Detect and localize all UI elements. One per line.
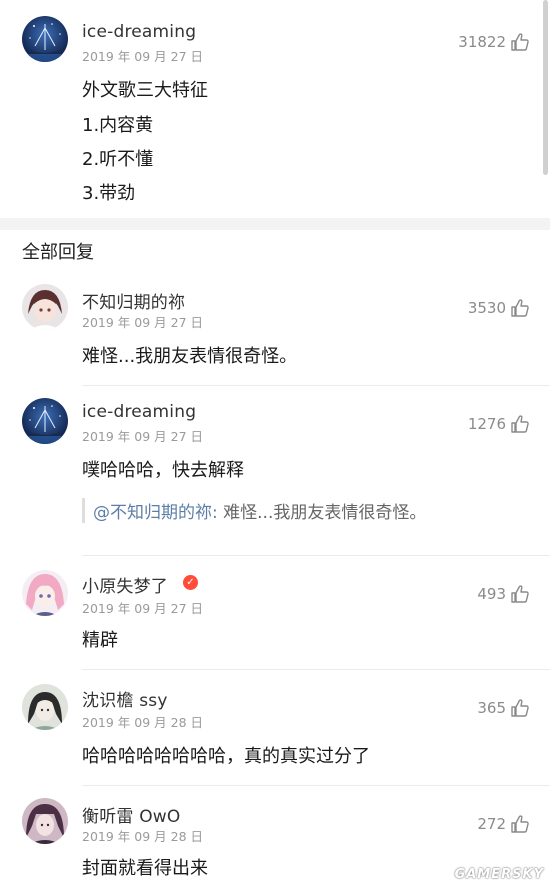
comment-date: 2019 年 09 月 28 日 (82, 829, 203, 844)
like-count: 31822 (458, 33, 506, 51)
top-comment: ice-dreaming 2019 年 09 月 27 日 31822 外文歌三… (0, 0, 550, 218)
username[interactable]: ice-dreaming (82, 402, 196, 422)
comment-line: 2.听不懂 (82, 149, 154, 170)
comment-text: 难怪...我朋友表情很奇怪。 (82, 346, 298, 367)
comment-line: 1.内容黄 (82, 115, 154, 136)
comment-text: 噗哈哈哈，快去解释 (82, 460, 244, 481)
thumbs-up-icon (510, 814, 530, 834)
like-button[interactable]: 272 (477, 814, 530, 834)
comment-text: 精辟 (82, 630, 118, 651)
comment-text: 封面就看得出来 (82, 858, 208, 879)
comment-text: 哈哈哈哈哈哈哈哈，真的真实过分了 (82, 746, 370, 767)
watermark-logo: GAMERSKY (454, 867, 544, 882)
avatar[interactable] (22, 570, 68, 616)
like-count: 1276 (467, 415, 506, 433)
like-button[interactable]: 493 (477, 584, 530, 604)
quoted-username[interactable]: @不知归期的祢: (93, 503, 218, 523)
comment-line: 外文歌三大特征 (82, 80, 208, 101)
username[interactable]: 小原失梦了 (82, 572, 168, 597)
username[interactable]: 不知归期的祢 (82, 288, 185, 313)
like-button[interactable]: 365 (477, 698, 530, 718)
quoted-reply[interactable]: @不知归期的祢: 难怪...我朋友表情很奇怪。 (82, 498, 533, 523)
like-button[interactable]: 31822 (458, 32, 530, 52)
avatar[interactable] (22, 16, 68, 62)
username[interactable]: 衡听雷 OwO (82, 802, 180, 827)
like-count: 365 (477, 699, 506, 717)
like-button[interactable]: 3530 (468, 298, 530, 318)
comment-date: 2019 年 09 月 28 日 (82, 715, 203, 730)
reply-item: 小原失梦了 ✓ 2019 年 09 月 27 日 493 精辟 (0, 562, 550, 668)
divider (82, 669, 550, 670)
comment-date: 2019 年 09 月 27 日 (82, 49, 203, 64)
thumbs-up-icon (510, 698, 530, 718)
like-count: 3530 (467, 299, 506, 317)
reply-item: 不知归期的祢 2019 年 09 月 27 日 3530 难怪...我朋友表情很… (0, 278, 550, 386)
like-count: 272 (477, 815, 506, 833)
scrollbar[interactable] (543, 0, 548, 175)
comment-date: 2019 年 09 月 27 日 (82, 429, 203, 444)
divider (82, 555, 550, 556)
username[interactable]: 沈识檐 ssy (82, 686, 168, 711)
section-separator (0, 218, 550, 230)
reply-item: 沈识檐 ssy 2019 年 09 月 28 日 365 哈哈哈哈哈哈哈哈，真的… (0, 676, 550, 784)
like-button[interactable]: 1276 (468, 414, 530, 434)
avatar[interactable] (22, 798, 68, 844)
thumbs-up-icon (510, 584, 530, 604)
like-count: 493 (477, 585, 506, 603)
verified-badge-icon: ✓ (183, 575, 198, 590)
avatar[interactable] (22, 684, 68, 730)
thumbs-up-icon (510, 414, 530, 434)
avatar[interactable] (22, 398, 68, 444)
username[interactable]: ice-dreaming (82, 22, 196, 42)
quoted-text: 难怪...我朋友表情很奇怪。 (217, 503, 427, 523)
comment-date: 2019 年 09 月 27 日 (82, 601, 203, 616)
thumbs-up-icon (510, 32, 530, 52)
thumbs-up-icon (510, 298, 530, 318)
comment-date: 2019 年 09 月 27 日 (82, 315, 203, 330)
divider (82, 385, 550, 386)
reply-item: ice-dreaming 2019 年 09 月 27 日 1276 噗哈哈哈，… (0, 392, 550, 554)
section-title: 全部回复 (22, 242, 94, 263)
comment-line: 3.带劲 (82, 183, 136, 204)
divider (82, 785, 550, 786)
avatar[interactable] (22, 284, 68, 330)
